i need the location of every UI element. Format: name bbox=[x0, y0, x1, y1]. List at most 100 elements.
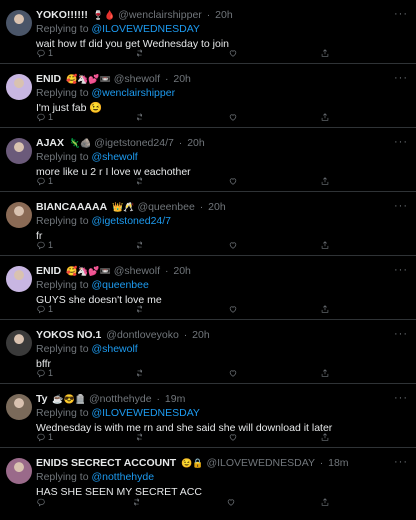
more-icon[interactable]: ··· bbox=[394, 264, 408, 276]
tweet-content: YOKOS NO.1 @dontloveyoko · 20h ··· Reply… bbox=[36, 328, 408, 372]
reply-button[interactable]: 1 bbox=[36, 240, 53, 250]
tweet-actions bbox=[36, 497, 330, 507]
separator-dot: · bbox=[183, 329, 188, 341]
timestamp[interactable]: 20h bbox=[173, 73, 191, 85]
avatar[interactable] bbox=[6, 458, 32, 484]
display-name[interactable]: AJAX bbox=[36, 137, 64, 149]
retweet-button[interactable] bbox=[135, 112, 145, 122]
more-icon[interactable]: ··· bbox=[394, 72, 408, 84]
retweet-button[interactable] bbox=[135, 176, 145, 186]
display-name[interactable]: BIANCAAAAA bbox=[36, 201, 107, 213]
share-button[interactable] bbox=[320, 304, 330, 314]
more-icon[interactable]: ··· bbox=[394, 200, 408, 212]
share-button[interactable] bbox=[320, 432, 330, 442]
reply-button[interactable]: 1 bbox=[36, 304, 53, 314]
reply-button[interactable]: 1 bbox=[36, 48, 53, 58]
user-handle[interactable]: @dontloveyoko bbox=[106, 329, 179, 341]
tweet-row[interactable]: AJAX 🦎🪨 @igetstoned24/7 · 20h ··· Replyi… bbox=[0, 128, 416, 192]
like-button[interactable] bbox=[228, 368, 238, 378]
share-button[interactable] bbox=[320, 176, 330, 186]
avatar[interactable] bbox=[6, 138, 32, 164]
replying-to-link[interactable]: @ILOVEWEDNESDAY bbox=[91, 23, 200, 35]
replying-to-link[interactable]: @igetstoned24/7 bbox=[91, 215, 171, 227]
user-handle[interactable]: @wenclairshipper bbox=[118, 9, 202, 21]
user-handle[interactable]: @queenbee bbox=[137, 201, 194, 213]
like-button[interactable] bbox=[228, 48, 238, 58]
avatar[interactable] bbox=[6, 330, 32, 356]
more-icon[interactable]: ··· bbox=[394, 136, 408, 148]
like-button[interactable] bbox=[228, 240, 238, 250]
like-button[interactable] bbox=[228, 112, 238, 122]
tweet-row[interactable]: Ty ☕😎🪦 @notthehyde · 19m ··· Replying to… bbox=[0, 384, 416, 448]
like-button[interactable] bbox=[228, 176, 238, 186]
display-name[interactable]: YOKO!!!!!! bbox=[36, 9, 88, 21]
timestamp[interactable]: 20h bbox=[192, 329, 210, 341]
retweet-button[interactable] bbox=[135, 432, 145, 442]
more-icon[interactable]: ··· bbox=[394, 392, 408, 404]
share-button[interactable] bbox=[320, 240, 330, 250]
reply-button[interactable] bbox=[36, 497, 48, 507]
avatar[interactable] bbox=[6, 266, 32, 292]
reply-button[interactable]: 1 bbox=[36, 368, 53, 378]
like-button[interactable] bbox=[228, 432, 238, 442]
avatar[interactable] bbox=[6, 202, 32, 228]
retweet-button[interactable] bbox=[135, 48, 145, 58]
display-name[interactable]: ENIDS SECRECT ACCOUNT bbox=[36, 457, 176, 469]
display-name[interactable]: Ty bbox=[36, 393, 47, 405]
retweet-button[interactable] bbox=[132, 497, 142, 507]
share-button[interactable] bbox=[320, 497, 330, 507]
like-button[interactable] bbox=[228, 304, 238, 314]
timestamp[interactable]: 20h bbox=[187, 137, 205, 149]
avatar[interactable] bbox=[6, 394, 32, 420]
replying-to-link[interactable]: @wenclairshipper bbox=[91, 87, 175, 99]
more-icon[interactable]: ··· bbox=[394, 456, 408, 468]
separator-dot: · bbox=[178, 137, 183, 149]
retweet-button[interactable] bbox=[135, 304, 145, 314]
replying-to-link[interactable]: @queenbee bbox=[91, 279, 148, 291]
user-handle[interactable]: @ILOVEWEDNESDAY bbox=[206, 457, 314, 469]
share-button[interactable] bbox=[320, 48, 330, 58]
like-button[interactable] bbox=[226, 497, 236, 507]
replying-to-link[interactable]: @notthehyde bbox=[91, 471, 154, 483]
user-handle[interactable]: @notthehyde bbox=[89, 393, 152, 405]
tweet-row[interactable]: YOKO!!!!!! 🍷🩸 @wenclairshipper · 20h ···… bbox=[0, 0, 416, 64]
share-button[interactable] bbox=[320, 368, 330, 378]
share-button[interactable] bbox=[320, 112, 330, 122]
reply-count: 1 bbox=[48, 240, 54, 250]
tweet-row[interactable]: ENIDS SECRECT ACCOUNT 😉🔒 @ILOVEWEDNESDAY… bbox=[0, 448, 416, 512]
timestamp[interactable]: 20h bbox=[173, 265, 191, 277]
replying-prefix: Replying to bbox=[36, 343, 89, 355]
timestamp[interactable]: 19m bbox=[165, 393, 185, 405]
tweet-row[interactable]: BIANCAAAAA 👑🥂 @queenbee · 20h ··· Replyi… bbox=[0, 192, 416, 256]
tweet-row[interactable]: YOKOS NO.1 @dontloveyoko · 20h ··· Reply… bbox=[0, 320, 416, 384]
user-handle[interactable]: @shewolf bbox=[114, 73, 160, 85]
tweet-row[interactable]: ENID 🥰🦄💕📼 @shewolf · 20h ··· Replying to… bbox=[0, 256, 416, 320]
replying-to-link[interactable]: @shewolf bbox=[91, 151, 137, 163]
avatar[interactable] bbox=[6, 10, 32, 36]
replying-to-link[interactable]: @shewolf bbox=[91, 343, 137, 355]
more-icon[interactable]: ··· bbox=[394, 328, 408, 340]
reply-button[interactable]: 1 bbox=[36, 176, 53, 186]
retweet-button[interactable] bbox=[135, 240, 145, 250]
replying-to: Replying to @wenclairshipper bbox=[36, 86, 408, 100]
reply-button[interactable]: 1 bbox=[36, 112, 53, 122]
reply-icon bbox=[36, 304, 46, 314]
retweet-button[interactable] bbox=[135, 368, 145, 378]
reply-button[interactable]: 1 bbox=[36, 432, 53, 442]
user-handle[interactable]: @shewolf bbox=[114, 265, 160, 277]
tweet-header: ENIDS SECRECT ACCOUNT 😉🔒 @ILOVEWEDNESDAY… bbox=[36, 456, 408, 470]
timestamp[interactable]: 20h bbox=[215, 9, 233, 21]
timestamp[interactable]: 18m bbox=[328, 457, 348, 469]
tweet-header: ENID 🥰🦄💕📼 @shewolf · 20h bbox=[36, 72, 408, 86]
display-name[interactable]: ENID bbox=[36, 73, 61, 85]
replying-to-link[interactable]: @ILOVEWEDNESDAY bbox=[91, 407, 200, 419]
display-name[interactable]: YOKOS NO.1 bbox=[36, 329, 101, 341]
timestamp[interactable]: 20h bbox=[208, 201, 226, 213]
display-name[interactable]: ENID bbox=[36, 265, 61, 277]
name-emoji: 😉🔒 bbox=[181, 458, 204, 468]
user-handle[interactable]: @igetstoned24/7 bbox=[94, 137, 174, 149]
more-icon[interactable]: ··· bbox=[394, 8, 408, 20]
share-icon bbox=[320, 432, 330, 442]
tweet-row[interactable]: ENID 🥰🦄💕📼 @shewolf · 20h ··· Replying to… bbox=[0, 64, 416, 128]
avatar[interactable] bbox=[6, 74, 32, 100]
